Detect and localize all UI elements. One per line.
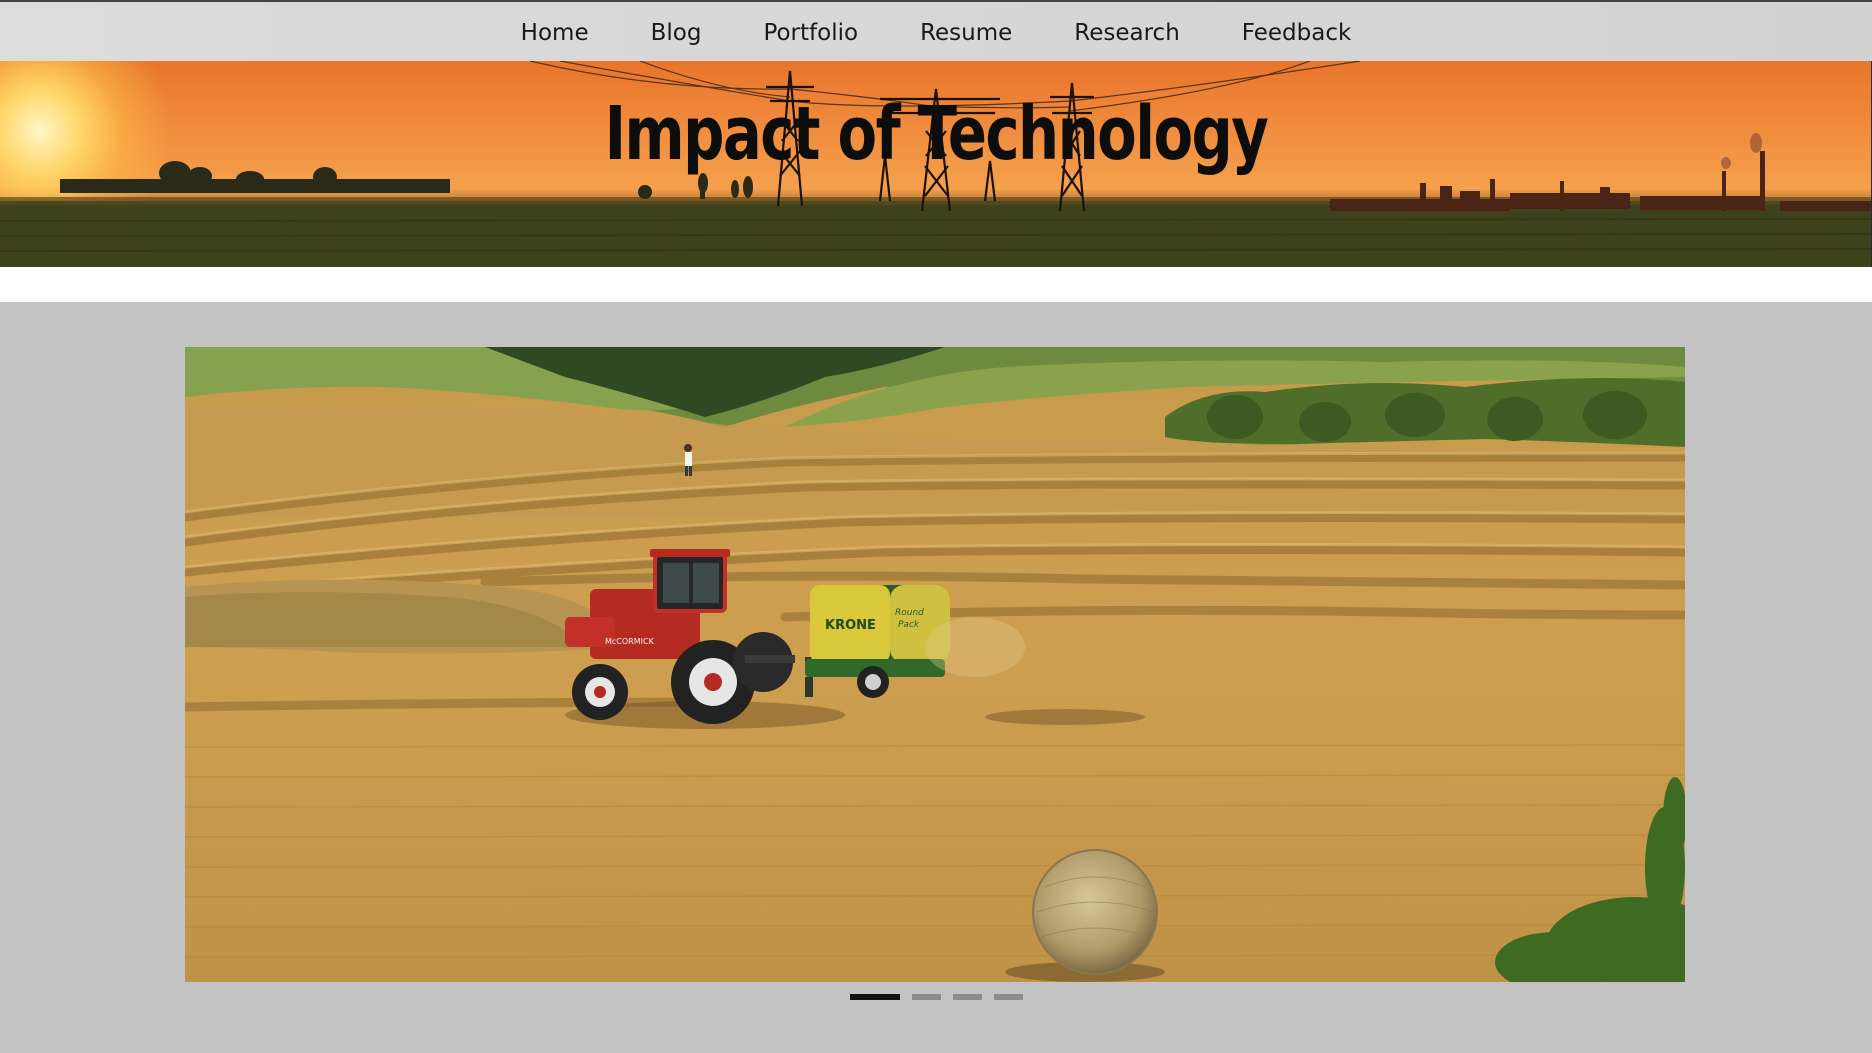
carousel-slide-image[interactable]: McCORMICK KRONE Round Pack [185, 347, 1685, 982]
nav-item-blog: Blog [620, 20, 733, 46]
nav-link-resume[interactable]: Resume [889, 20, 1043, 46]
page-title: Impact of Technology [604, 91, 1269, 177]
top-navigation: Home Blog Portfolio Resume Research Feed… [0, 0, 1872, 61]
nav-item-feedback: Feedback [1211, 20, 1383, 46]
svg-text:Round: Round [895, 608, 924, 618]
main-content: McCORMICK KRONE Round Pack [0, 302, 1872, 1053]
nav-item-research: Research [1043, 20, 1211, 46]
nav-link-feedback[interactable]: Feedback [1211, 20, 1383, 46]
nav-item-home: Home [490, 20, 620, 46]
nav-link-research[interactable]: Research [1043, 20, 1211, 46]
nav-list: Home Blog Portfolio Resume Research Feed… [0, 2, 1872, 63]
carousel-indicator-2[interactable] [911, 994, 941, 1000]
carousel-indicator-3[interactable] [952, 994, 982, 1000]
tractor-field-photo: McCORMICK KRONE Round Pack [185, 347, 1685, 982]
nav-link-portfolio[interactable]: Portfolio [732, 20, 889, 46]
nav-item-portfolio: Portfolio [732, 20, 889, 46]
nav-item-resume: Resume [889, 20, 1043, 46]
carousel-indicator-1[interactable] [849, 994, 900, 1000]
svg-text:McCORMICK: McCORMICK [605, 637, 655, 646]
svg-text:KRONE: KRONE [825, 618, 876, 633]
hay-bale [1032, 849, 1158, 975]
svg-text:Pack: Pack [898, 620, 920, 630]
hero-banner: Impact of Technology [0, 61, 1872, 267]
nav-link-home[interactable]: Home [490, 20, 620, 46]
carousel-indicator-4[interactable] [993, 994, 1023, 1000]
carousel-indicators [0, 994, 1872, 1000]
nav-link-blog[interactable]: Blog [620, 20, 733, 46]
